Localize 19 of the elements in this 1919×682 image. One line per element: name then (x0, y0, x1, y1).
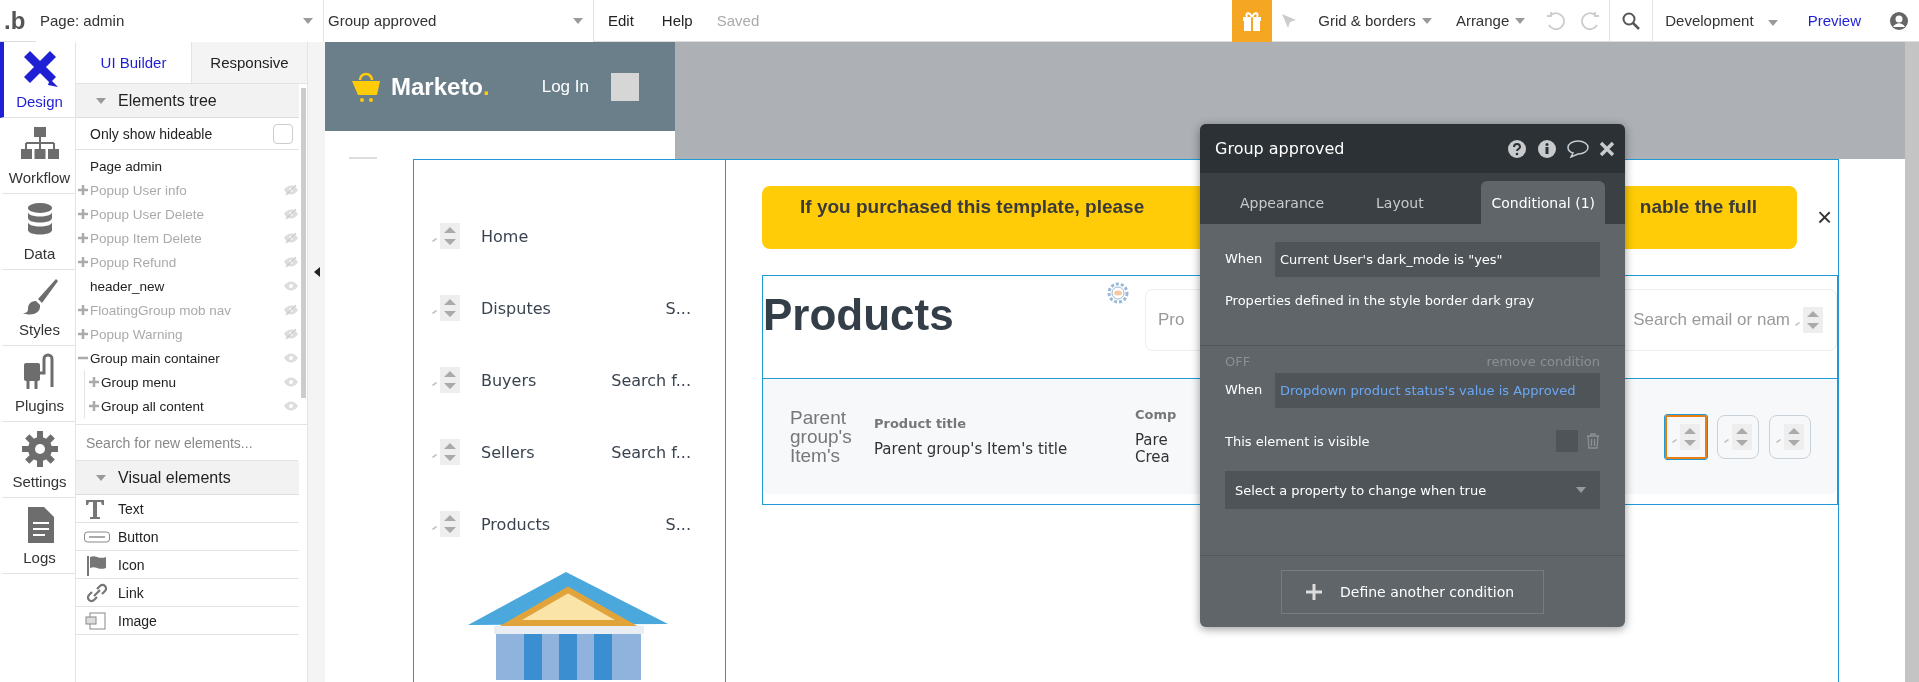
property-label: This element is visible (1225, 433, 1371, 449)
search-text: S... (664, 298, 691, 318)
when-label: When (1225, 381, 1264, 397)
search-text: S... (664, 514, 691, 534)
panel-title: Group approved (1215, 139, 1346, 158)
page-heading: Products (763, 290, 955, 340)
banner-text: If you purchased this template, please (800, 196, 1145, 219)
banner-text: nable the full (1639, 196, 1757, 219)
search-text: Search f... (610, 370, 691, 390)
column-value: Pare Crea (1135, 432, 1171, 466)
save-status: Saved (715, 12, 761, 29)
column-header: Comp (1135, 407, 1177, 422)
checkbox-label: Only show hideable (90, 125, 213, 142)
column-header: Product title (874, 415, 968, 431)
search-text: Search f... (610, 442, 691, 462)
condition-note: Properties defined in the style border dark gray (1225, 293, 1536, 308)
when-label: When (1225, 250, 1264, 266)
column-value: Parent group's Item's title (874, 440, 1069, 458)
image-placeholder-text: Parent group's Item's (790, 408, 853, 465)
